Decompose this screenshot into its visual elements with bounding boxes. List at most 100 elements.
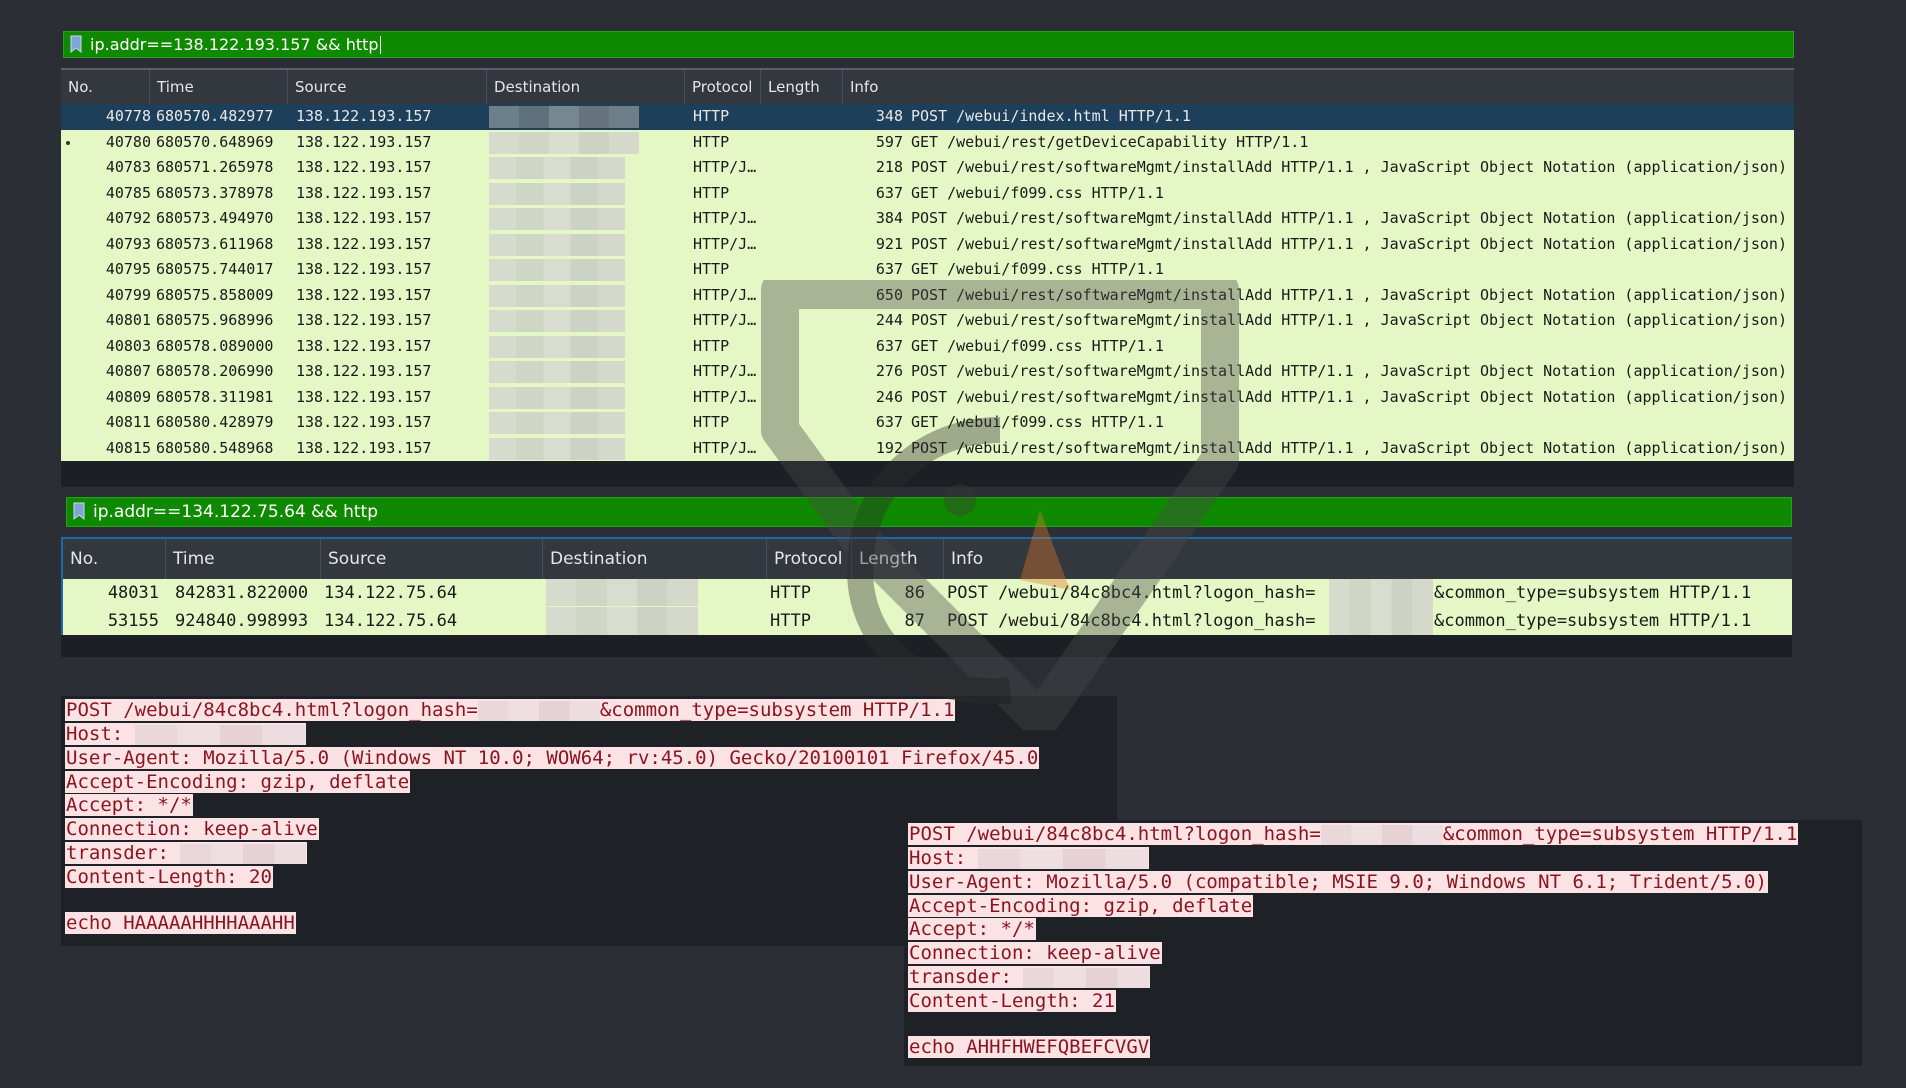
cell-source: 138.122.193.157 [296, 362, 432, 380]
display-filter-text-2[interactable]: ip.addr==134.122.75.64 && http [93, 502, 378, 522]
redacted-destination [489, 412, 625, 434]
cell-no: 40811 [105, 413, 151, 431]
cell-no: 40783 [105, 158, 151, 176]
redacted-destination [489, 259, 625, 281]
request-line: POST /webui/84c8bc4.html?logon_hash= &com… [65, 699, 956, 721]
display-filter-text[interactable]: ip.addr==138.122.193.157 && http [90, 35, 379, 54]
cell-length: 637 [875, 183, 903, 202]
cell-source: 138.122.193.157 [296, 260, 432, 278]
redacted-destination [546, 607, 698, 635]
request-body: echo HAAAAAHHHHAAAHH [65, 912, 296, 934]
connection-header: Connection: keep-alive [908, 942, 1162, 964]
cell-info: POST /webui/rest/softwareMgmt/installAdd… [911, 285, 1787, 304]
cell-protocol: HTTP/J… [693, 387, 757, 406]
table-row[interactable]: 40780 680570.648969 138.122.193.157 HTTP 597… [61, 130, 1794, 156]
host-header: Host: [908, 847, 1149, 869]
cell-info-a: POST /webui/84c8bc4.html?logon_hash= [947, 611, 1316, 631]
cell-protocol: HTTP/J… [693, 362, 757, 380]
display-filter-bar[interactable]: ip.addr==138.122.193.157 && http [63, 31, 1794, 58]
cell-source: 138.122.193.157 [296, 413, 432, 431]
table-row[interactable]: 40783 680571.265978 138.122.193.157 HTTP/J…… [61, 155, 1794, 181]
column-source[interactable]: Source [321, 539, 543, 579]
cell-no: 40801 [105, 311, 151, 329]
packet-list-header-2: No. Time Source Destination Protocol Len… [61, 537, 1792, 579]
table-row[interactable]: 40811 680580.428979 138.122.193.157 HTTP 637… [61, 410, 1794, 436]
packet-list: 40778 680570.482977 138.122.193.157 HTTP 348… [61, 104, 1794, 461]
redacted-destination [489, 157, 625, 179]
redacted-host [134, 724, 305, 745]
table-row[interactable]: 40801 680575.968996 138.122.193.157 HTTP/J…… [61, 308, 1794, 334]
redacted-destination [489, 208, 625, 230]
cell-protocol: HTTP/J… [693, 234, 757, 253]
cell-info: GET /webui/rest/getDeviceCapability HTTP… [911, 132, 1309, 151]
cell-time: 680573.611968 [156, 234, 274, 253]
column-length[interactable]: Length [761, 70, 843, 104]
column-no[interactable]: No. [61, 70, 150, 104]
table-row[interactable]: 40815 680580.548968 138.122.193.157 HTTP/J…… [61, 436, 1794, 462]
cell-length: 218 [875, 158, 903, 176]
accept-header: Accept: */* [908, 918, 1036, 940]
cell-time: 680573.494970 [156, 209, 274, 227]
cell-protocol: HTTP [770, 611, 811, 631]
cell-source: 138.122.193.157 [296, 285, 432, 304]
column-info[interactable]: Info [843, 70, 1794, 104]
table-row[interactable]: 53155 924840.998993 134.122.75.64 HTTP 87 POS… [63, 607, 1792, 635]
column-info[interactable]: Info [944, 539, 1792, 579]
cell-no: 48031 [107, 583, 159, 603]
cell-length: 597 [875, 132, 903, 151]
table-row[interactable]: 40799 680575.858009 138.122.193.157 HTTP/J…… [61, 283, 1794, 309]
cell-no: 40795 [105, 260, 151, 278]
cell-source: 138.122.193.157 [296, 183, 432, 202]
host-header: Host: [65, 723, 306, 745]
table-row[interactable]: 40793 680573.611968 138.122.193.157 HTTP/J…… [61, 232, 1794, 258]
column-length[interactable]: Length [852, 539, 944, 579]
table-row[interactable]: 40807 680578.206990 138.122.193.157 HTTP/J…… [61, 359, 1794, 385]
table-row[interactable]: 40795 680575.744017 138.122.193.157 HTTP 637… [61, 257, 1794, 283]
cell-protocol: HTTP/J… [693, 311, 757, 329]
cell-no: 40793 [105, 234, 151, 253]
packet-list-scroll-area-2[interactable] [61, 635, 1792, 657]
redacted-hash [1329, 579, 1433, 607]
table-row[interactable]: 48031 842831.822000 134.122.75.64 HTTP 86 POS… [63, 579, 1792, 607]
redacted-destination [489, 284, 625, 307]
table-row[interactable]: 40785 680573.378978 138.122.193.157 HTTP 637… [61, 181, 1794, 207]
cell-time: 680573.378978 [156, 183, 274, 202]
cell-info-b: &common_type=subsystem HTTP/1.1 [1434, 583, 1752, 603]
cell-info: POST /webui/index.html HTTP/1.1 [911, 107, 1191, 125]
column-protocol[interactable]: Protocol [767, 539, 852, 579]
cell-time: 680570.482977 [156, 107, 274, 125]
packet-list-scroll-area[interactable] [61, 461, 1794, 487]
redacted-destination [489, 335, 625, 358]
bookmark-icon[interactable] [73, 502, 87, 522]
column-destination[interactable]: Destination [487, 70, 685, 104]
cell-time: 680570.648969 [156, 132, 274, 151]
column-source[interactable]: Source [288, 70, 487, 104]
cell-protocol: HTTP [693, 336, 730, 355]
display-filter-bar-2[interactable]: ip.addr==134.122.75.64 && http [66, 497, 1792, 527]
cell-protocol: HTTP [770, 583, 811, 603]
column-protocol[interactable]: Protocol [685, 70, 761, 104]
cell-source: 138.122.193.157 [296, 209, 432, 227]
cell-time: 680580.428979 [156, 413, 274, 431]
cell-time: 680571.265978 [156, 158, 274, 176]
bookmark-icon[interactable] [70, 35, 84, 55]
http-request-view-2: POST /webui/84c8bc4.html?logon_hash= &com… [904, 820, 1862, 1066]
cell-source: 138.122.193.157 [296, 107, 432, 125]
cell-time: 680575.858009 [156, 285, 274, 304]
related-packet-marker [66, 140, 70, 145]
redacted-destination [489, 106, 639, 128]
column-time[interactable]: Time [150, 70, 288, 104]
table-row[interactable]: 40778 680570.482977 138.122.193.157 HTTP 348… [61, 104, 1794, 130]
table-row[interactable]: 40803 680578.089000 138.122.193.157 HTTP 637… [61, 334, 1794, 360]
cell-protocol: HTTP/J… [693, 158, 757, 176]
table-row[interactable]: 40809 680578.311981 138.122.193.157 HTTP/J…… [61, 385, 1794, 411]
table-row[interactable]: 40792 680573.494970 138.122.193.157 HTTP/J…… [61, 206, 1794, 232]
cell-no: 40799 [105, 285, 151, 304]
redacted-destination [546, 579, 698, 606]
cell-info: POST /webui/rest/softwareMgmt/installAdd… [911, 234, 1787, 253]
cell-time: 924840.998993 [175, 611, 309, 631]
cell-info-a: POST /webui/84c8bc4.html?logon_hash= [947, 583, 1316, 603]
column-destination[interactable]: Destination [543, 539, 767, 579]
column-no[interactable]: No. [63, 539, 166, 579]
column-time[interactable]: Time [166, 539, 321, 579]
